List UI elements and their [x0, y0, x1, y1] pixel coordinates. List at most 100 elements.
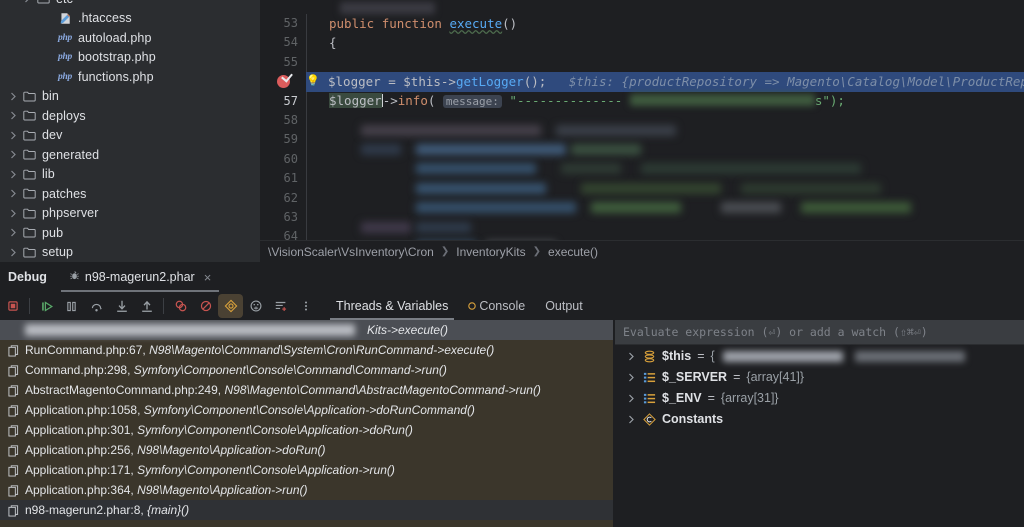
stop-button[interactable]: [0, 294, 25, 318]
code-line-58[interactable]: 58: [260, 110, 1024, 136]
breadcrumb-item-method[interactable]: execute(): [548, 245, 598, 259]
code-line-53[interactable]: 53 public function execute(): [260, 14, 1024, 34]
tab-console[interactable]: Console: [458, 292, 535, 320]
line-number-56[interactable]: [260, 72, 306, 92]
tree-item-pub[interactable]: pub: [0, 223, 260, 243]
kebab-menu-icon[interactable]: [293, 294, 318, 318]
code-line-57[interactable]: 57 $logger->info( message: "-------------…: [260, 91, 1024, 111]
fold-column[interactable]: [307, 53, 321, 72]
breadcrumb-item-namespace[interactable]: \VisionScaler\VsInventory\Cron: [268, 245, 434, 259]
tree-item-phpserver[interactable]: phpserver: [0, 204, 260, 224]
step-into-button[interactable]: [109, 294, 134, 318]
chevron-right-icon[interactable]: [625, 373, 637, 382]
code-line-61[interactable]: 61: [260, 169, 1024, 194]
breadcrumb-item-class[interactable]: InventoryKits: [456, 245, 525, 259]
chevron-right-icon[interactable]: [6, 150, 20, 159]
tree-item-setup[interactable]: setup: [0, 243, 260, 263]
fold-column[interactable]: [307, 189, 321, 208]
code-line-59[interactable]: 59: [260, 130, 1024, 156]
tab-output[interactable]: Output: [535, 292, 593, 320]
evaluate-expression-input[interactable]: Evaluate expression (⏎) or add a watch (…: [615, 320, 1024, 345]
line-number-62[interactable]: 62: [260, 189, 306, 208]
fold-column[interactable]: [307, 14, 321, 33]
tree-item-patches[interactable]: patches: [0, 184, 260, 204]
line-number-53[interactable]: 53: [260, 14, 306, 33]
pause-button[interactable]: [59, 294, 84, 318]
line-number-57[interactable]: 57: [260, 92, 306, 111]
line-number-54[interactable]: 54: [260, 33, 306, 52]
stack-frame-row[interactable]: Command.php:298, Symfony\Component\Conso…: [0, 360, 613, 380]
breakpoint-icon[interactable]: [277, 75, 290, 89]
call-stack-frames[interactable]: Kits->execute() RunCommand.php:67, N98\Ma…: [0, 320, 613, 527]
fold-column[interactable]: [307, 169, 321, 188]
line-number-61[interactable]: 61: [260, 169, 306, 188]
stack-frame-row[interactable]: Application.php:301, Symfony\Component\C…: [0, 420, 613, 440]
variable-row-constants[interactable]: Constants: [615, 409, 1024, 429]
close-icon[interactable]: ×: [204, 271, 212, 284]
tree-item-deploys[interactable]: deploys: [0, 106, 260, 126]
tab-threads-and-variables[interactable]: Threads & Variables: [326, 292, 458, 320]
stack-frame-row[interactable]: Application.php:256, N98\Magento\Applica…: [0, 440, 613, 460]
variable-row--env[interactable]: $_ENV = {array[31]}: [615, 388, 1024, 408]
chevron-right-icon[interactable]: [6, 111, 20, 120]
fold-column[interactable]: [307, 150, 321, 169]
fold-column[interactable]: [307, 92, 321, 111]
tree-item--htaccess[interactable]: .htaccess: [0, 9, 260, 29]
step-out-button[interactable]: [134, 294, 159, 318]
stack-frame-row[interactable]: n98-magerun2.phar:8, {main}(): [0, 500, 613, 520]
tree-item-dev[interactable]: dev: [0, 126, 260, 146]
tree-item-generated[interactable]: generated: [0, 145, 260, 165]
chevron-right-icon[interactable]: [6, 189, 20, 198]
tree-item-autoload-php[interactable]: php autoload.php: [0, 28, 260, 48]
code-editor[interactable]: 53 public function execute() 54{55 💡 $logger…: [260, 0, 1024, 262]
line-number-58[interactable]: 58: [260, 111, 306, 130]
stack-frame-row[interactable]: Application.php:364, N98\Magento\Applica…: [0, 480, 613, 500]
stack-frame-row[interactable]: Application.php:1058, Symfony\Component\…: [0, 400, 613, 420]
chevron-right-icon[interactable]: [6, 209, 20, 218]
fold-column[interactable]: [307, 111, 321, 130]
line-number-59[interactable]: 59: [260, 130, 306, 149]
variable-row--server[interactable]: $_SERVER = {array[41]}: [615, 367, 1024, 387]
stack-frame-row[interactable]: AbstractMagentoCommand.php:249, N98\Mage…: [0, 380, 613, 400]
chevron-right-icon[interactable]: [625, 394, 637, 403]
code-line-60[interactable]: 60: [260, 149, 1024, 175]
view-breakpoints-button[interactable]: [168, 294, 193, 318]
code-line-55[interactable]: 55: [260, 52, 1024, 73]
line-number-63[interactable]: 63: [260, 208, 306, 227]
tree-item-bin[interactable]: bin: [0, 87, 260, 107]
evaluate-expression-button[interactable]: [243, 294, 268, 318]
fold-column[interactable]: [307, 33, 321, 52]
chevron-right-icon[interactable]: [20, 0, 34, 3]
variable-row--this[interactable]: $this = {: [615, 346, 1024, 366]
code-line-56[interactable]: 💡 $logger = $this->getLogger(); $this: {p…: [260, 72, 1024, 92]
stack-frame-row[interactable]: RunCommand.php:67, N98\Magento\Command\S…: [0, 340, 613, 360]
code-line-62[interactable]: 62: [260, 188, 1024, 214]
settings-target-button[interactable]: [218, 294, 243, 318]
chevron-right-icon[interactable]: [6, 248, 20, 257]
breadcrumb[interactable]: \VisionScaler\VsInventory\Cron ❯ Invento…: [260, 240, 1024, 262]
resume-button[interactable]: [34, 294, 59, 318]
stack-frame-row[interactable]: Kits->execute(): [0, 320, 613, 340]
project-tree[interactable]: etc .htaccess php autoload.php php bootstrap.…: [0, 0, 260, 262]
code-line-63[interactable]: 63: [260, 207, 1024, 233]
chevron-right-icon[interactable]: [625, 415, 637, 424]
line-number-60[interactable]: 60: [260, 150, 306, 169]
fold-column[interactable]: 💡: [306, 72, 320, 91]
tree-item-bootstrap-php[interactable]: php bootstrap.php: [0, 48, 260, 68]
mute-breakpoints-button[interactable]: [193, 294, 218, 318]
tree-item-lib[interactable]: lib: [0, 165, 260, 185]
intention-bulb-icon[interactable]: 💡: [306, 74, 320, 87]
debug-session-tab[interactable]: n98-magerun2.phar ×: [60, 262, 220, 292]
chevron-right-icon[interactable]: [6, 228, 20, 237]
chevron-right-icon[interactable]: [6, 92, 20, 101]
chevron-right-icon[interactable]: [625, 352, 637, 361]
fold-column[interactable]: [307, 130, 321, 149]
step-over-button[interactable]: [84, 294, 109, 318]
chevron-right-icon[interactable]: [6, 170, 20, 179]
stack-frame-row[interactable]: Application.php:171, Symfony\Component\C…: [0, 460, 613, 480]
tree-item-etc[interactable]: etc: [0, 0, 260, 9]
chevron-right-icon[interactable]: [6, 131, 20, 140]
code-line-54[interactable]: 54 {: [260, 33, 1024, 53]
add-watch-icon[interactable]: [268, 294, 293, 318]
line-number-55[interactable]: 55: [260, 53, 306, 72]
